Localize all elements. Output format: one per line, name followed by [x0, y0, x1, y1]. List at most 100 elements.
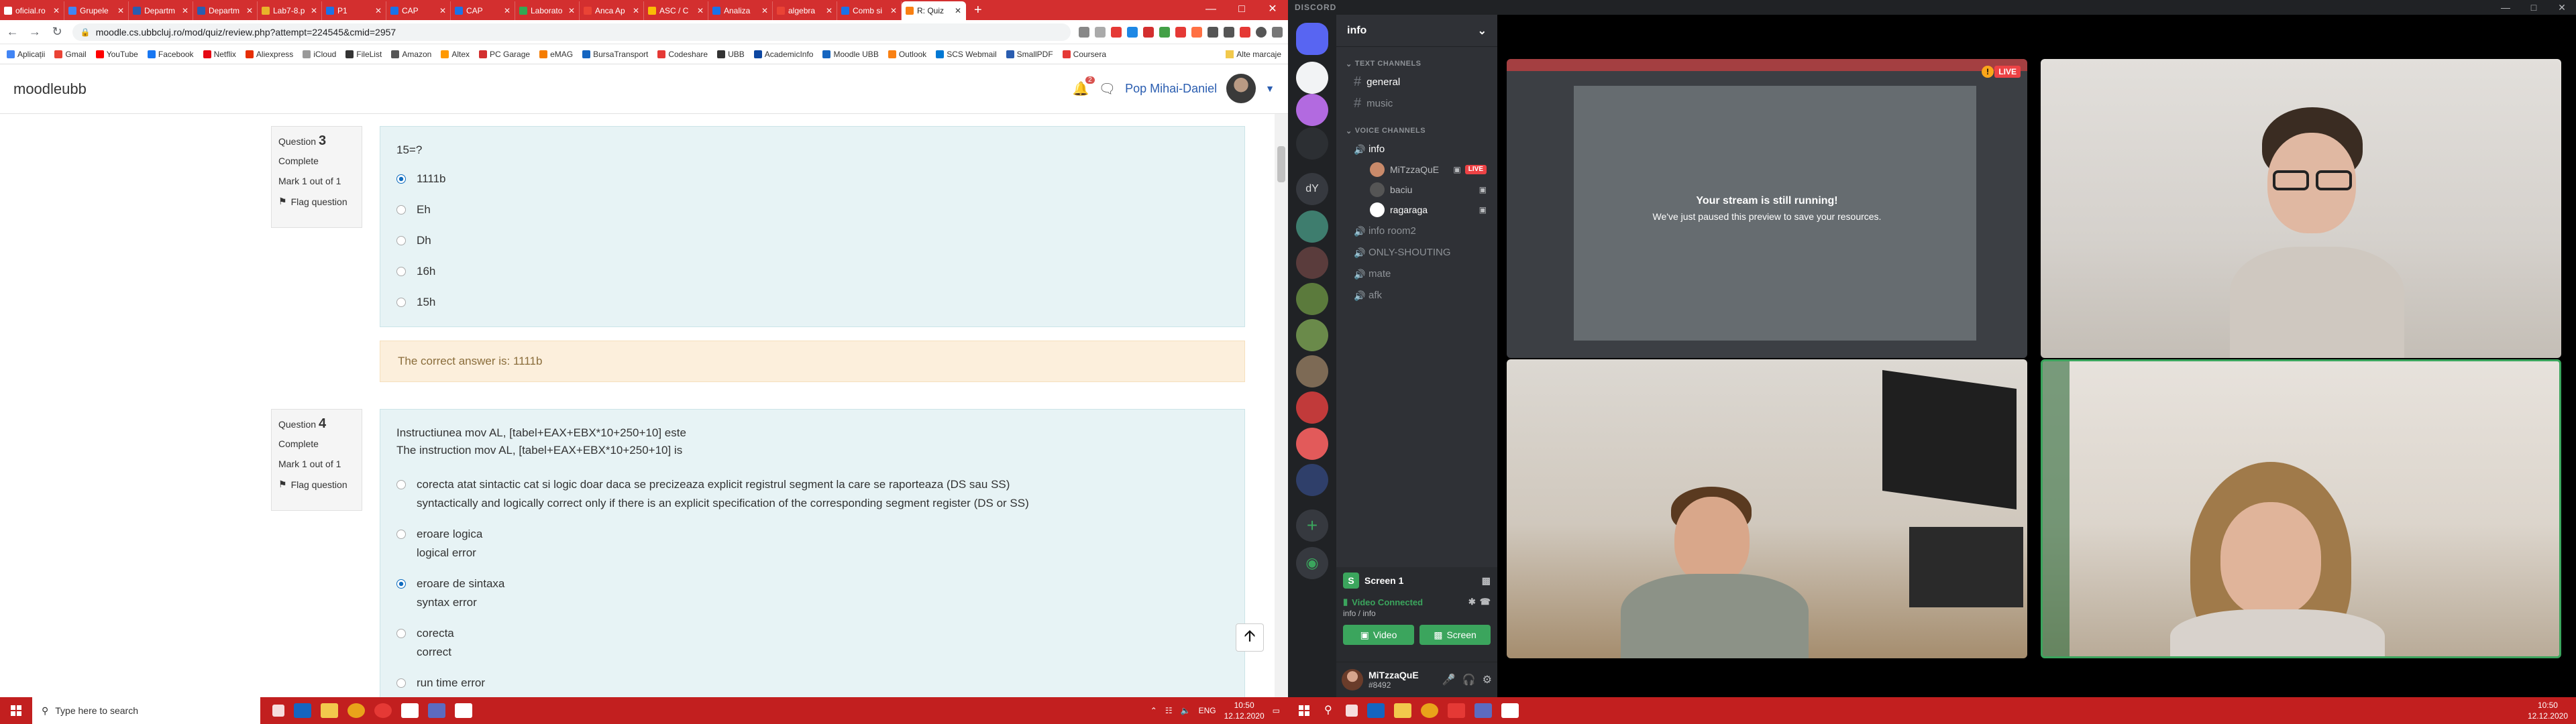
voice-user[interactable]: baciu ▣: [1342, 180, 1492, 200]
webcam-tile-speaking[interactable]: [2041, 359, 2561, 658]
bell-icon[interactable]: 🔔 2: [1073, 76, 1095, 97]
browser-tab[interactable]: Anca Ap ✕: [580, 1, 644, 20]
bookmark[interactable]: Aplicații: [7, 50, 45, 59]
voice-channel-info-room2[interactable]: 🔊 info room2: [1342, 220, 1492, 241]
user-name[interactable]: Pop Mihai-Daniel: [1125, 82, 1217, 96]
avatar[interactable]: [1342, 669, 1363, 690]
adblock-icon[interactable]: [1111, 26, 1122, 38]
other-bookmarks[interactable]: Alte marcaje: [1226, 50, 1281, 59]
clock[interactable]: 10:50 12.12.2020: [2528, 700, 2568, 721]
flag-question-button[interactable]: ⚑ Flag question: [278, 479, 355, 490]
bookmark[interactable]: UBB: [717, 50, 745, 59]
radio-button[interactable]: [396, 530, 406, 539]
disconnect-icon[interactable]: ☎: [1480, 597, 1491, 607]
bookmark[interactable]: Codeshare: [657, 50, 708, 59]
close-tab-icon[interactable]: ✕: [955, 6, 961, 15]
bookmark[interactable]: Amazon: [391, 50, 431, 59]
answer-option[interactable]: corecta correct: [396, 624, 1228, 662]
answer-option[interactable]: eroare logica logical error: [396, 525, 1228, 562]
radio-button[interactable]: [396, 629, 406, 638]
close-tab-icon[interactable]: ✕: [439, 6, 446, 15]
stream-preview-tile[interactable]: Your stream is still running! We've just…: [1507, 59, 2027, 358]
back-to-top-button[interactable]: 🡩: [1236, 623, 1264, 652]
zoom-icon[interactable]: [1079, 26, 1089, 38]
browser-tab[interactable]: Lab7-8.p ✕: [258, 1, 322, 20]
answer-option[interactable]: 1111b: [396, 170, 1228, 188]
bookmark[interactable]: FileList: [345, 50, 382, 59]
radio-button[interactable]: [396, 579, 406, 589]
category-voice-channels[interactable]: ⌄ VOICE CHANNELS: [1336, 123, 1497, 138]
app-icon[interactable]: [374, 703, 392, 718]
bookmark[interactable]: Altex: [441, 50, 470, 59]
server-icon[interactable]: [1296, 319, 1328, 351]
browser-tab[interactable]: Grupele ✕: [64, 1, 129, 20]
browser-tab[interactable]: R: Quiz ✕: [902, 1, 966, 20]
folder-icon[interactable]: [1394, 703, 1411, 718]
chrome-icon[interactable]: [1421, 703, 1438, 718]
close-tab-icon[interactable]: ✕: [568, 6, 575, 15]
bookmark[interactable]: SCS Webmail: [936, 50, 997, 59]
close-tab-icon[interactable]: ✕: [504, 6, 511, 15]
headphones-icon[interactable]: 🎧: [1462, 673, 1476, 686]
close-icon[interactable]: ✕: [2548, 0, 2576, 15]
browser-tab[interactable]: Departm ✕: [129, 1, 193, 20]
explorer-icon[interactable]: [1367, 703, 1385, 718]
browser-tab[interactable]: CAP ✕: [451, 1, 515, 20]
voice-connection-status[interactable]: ▮ Video Connected ✱ ☎: [1336, 594, 1497, 607]
browser-tab[interactable]: ASC / C ✕: [644, 1, 708, 20]
gear-icon[interactable]: ⚙: [1483, 673, 1492, 686]
close-tab-icon[interactable]: ✕: [890, 6, 897, 15]
noise-suppression-icon[interactable]: ✱: [1468, 597, 1476, 607]
radio-button[interactable]: [396, 480, 406, 489]
close-tab-icon[interactable]: ✕: [311, 6, 317, 15]
extension-icon[interactable]: [1143, 26, 1154, 38]
radio-button[interactable]: [396, 678, 406, 688]
extension-icon[interactable]: [1240, 26, 1250, 38]
browser-tab[interactable]: oficial.ro ✕: [0, 1, 64, 20]
answer-option[interactable]: eroare de sintaxa syntax error: [396, 575, 1228, 612]
app-icon[interactable]: [1474, 703, 1492, 718]
category-text-channels[interactable]: ⌄ TEXT CHANNELS: [1336, 56, 1497, 71]
clock[interactable]: 10:50 12.12.2020: [1224, 700, 1265, 721]
chat-icon[interactable]: 🗨: [1099, 80, 1116, 97]
minimize-icon[interactable]: —: [2491, 0, 2520, 15]
bookmark[interactable]: Aliexpress: [245, 50, 293, 59]
bookmark[interactable]: Moodle UBB: [822, 50, 879, 59]
browser-tab[interactable]: CAP ✕: [386, 1, 451, 20]
browser-tab[interactable]: Laborato ✕: [515, 1, 580, 20]
close-tab-icon[interactable]: ✕: [633, 6, 639, 15]
app-icon[interactable]: [401, 703, 419, 718]
extension-icon[interactable]: [1175, 26, 1186, 38]
answer-option[interactable]: run time error: [396, 674, 1228, 692]
puzzle-icon[interactable]: [1208, 26, 1218, 38]
close-tab-icon[interactable]: ✕: [182, 6, 189, 15]
flag-question-button[interactable]: ⚑ Flag question: [278, 196, 355, 207]
video-button[interactable]: ▣ Video: [1343, 625, 1414, 645]
wifi-icon[interactable]: ☷: [1165, 706, 1173, 715]
add-server-icon[interactable]: +: [1296, 509, 1328, 542]
voice-channel-info[interactable]: 🔊 info: [1342, 138, 1492, 160]
site-brand[interactable]: moodleubb: [13, 80, 87, 98]
radio-button[interactable]: [396, 298, 406, 307]
close-icon[interactable]: ✕: [1257, 0, 1288, 19]
task-view-icon[interactable]: [272, 705, 284, 717]
explorer-icon[interactable]: [294, 703, 311, 718]
bookmark[interactable]: Facebook: [147, 50, 194, 59]
bookmark[interactable]: YouTube: [95, 50, 138, 59]
browser-tab[interactable]: Departm ✕: [193, 1, 258, 20]
voice-user[interactable]: MiTzzaQuE ▣ LIVE: [1342, 160, 1492, 180]
server-icon[interactable]: [1296, 464, 1328, 496]
answer-option[interactable]: Dh: [396, 231, 1228, 250]
start-button[interactable]: [1288, 697, 1320, 724]
bookmark[interactable]: Gmail: [54, 50, 87, 59]
maximize-icon[interactable]: □: [1226, 0, 1257, 19]
taskbar-search[interactable]: ⚲ Type here to search: [32, 697, 260, 724]
close-tab-icon[interactable]: ✕: [697, 6, 704, 15]
answer-option[interactable]: corecta atat sintactic cat si logic doar…: [396, 475, 1228, 513]
screen-button[interactable]: ▩ Screen: [1419, 625, 1491, 645]
answer-option[interactable]: Eh: [396, 200, 1228, 219]
server-header[interactable]: info ⌄: [1336, 15, 1497, 47]
extension-icon[interactable]: [1191, 26, 1202, 38]
server-icon[interactable]: [1296, 247, 1328, 279]
close-tab-icon[interactable]: ✕: [117, 6, 124, 15]
